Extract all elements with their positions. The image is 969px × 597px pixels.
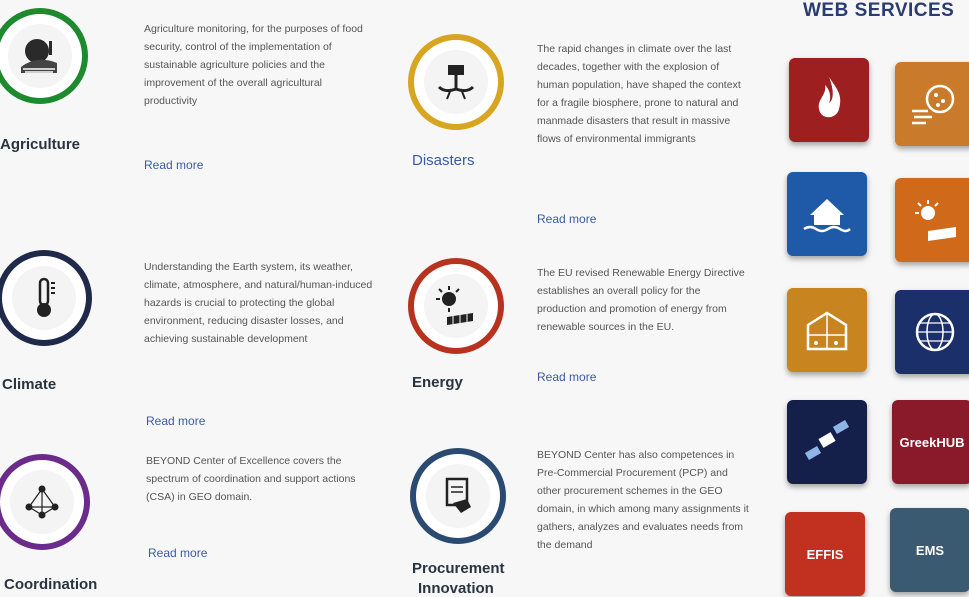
solar-panel-icon <box>915 200 956 241</box>
agriculture-icon[interactable] <box>0 8 88 104</box>
coordination-icon[interactable] <box>0 454 90 550</box>
ems-icon: EMS <box>915 542 945 558</box>
energy-description: The EU revised Renewable Energy Directiv… <box>537 267 745 333</box>
coordination-read-more-link[interactable]: Read more <box>148 546 207 560</box>
flood-house-icon <box>803 199 851 233</box>
climate-description: Understanding the Earth system, its weat… <box>144 261 373 345</box>
agriculture-description: Agriculture monitoring, for the purposes… <box>144 23 363 107</box>
procurement-description: BEYOND Center has also competences in Pr… <box>537 449 749 551</box>
disasters-title: Disasters <box>412 152 475 169</box>
coordination-description: BEYOND Center of Excellence covers the s… <box>146 455 356 503</box>
disasters-read-more-link[interactable]: Read more <box>537 212 596 226</box>
coordination-title: Coordination <box>4 576 98 593</box>
energy-icon[interactable] <box>408 258 504 354</box>
satellite-icon <box>804 420 850 460</box>
agriculture-title: Agriculture <box>0 136 81 153</box>
disasters-glyph <box>437 65 475 100</box>
globe-thermometer-service-tile[interactable] <box>895 290 969 374</box>
greenhouse-icon <box>806 311 848 351</box>
globe-thermometer-icon <box>915 312 955 352</box>
document-hand-glyph <box>445 477 471 513</box>
greekhub-icon: GreekHUB <box>899 434 965 450</box>
ems-service-tile[interactable]: EMS <box>890 508 969 592</box>
agriculture-glyph <box>21 39 57 73</box>
energy-read-more-link[interactable]: Read more <box>537 370 596 384</box>
dust-wind-service-tile[interactable] <box>895 62 969 146</box>
dust-wind-icon <box>912 84 955 125</box>
satellite-service-tile[interactable] <box>787 400 867 484</box>
fire-service-tile[interactable] <box>789 58 869 142</box>
greenhouse-service-tile[interactable] <box>787 288 867 372</box>
web-services-title: WEB SERVICES <box>803 0 955 21</box>
disasters-icon[interactable] <box>408 34 504 130</box>
network-glyph <box>25 485 59 519</box>
energy-title: Energy <box>412 374 463 391</box>
procurement-icon[interactable] <box>410 448 506 544</box>
fire-icon <box>818 77 841 118</box>
climate-icon[interactable] <box>0 250 92 346</box>
greekhub-service-tile[interactable]: GreekHUB <box>892 400 969 484</box>
disasters-description: The rapid changes in climate over the la… <box>537 43 741 145</box>
flood-service-tile[interactable] <box>787 172 867 256</box>
solar-glyph <box>436 286 473 325</box>
solar-service-tile[interactable] <box>895 178 969 262</box>
thermometer-glyph <box>37 277 55 317</box>
climate-title: Climate <box>2 376 57 393</box>
effis-icon: EFFIS <box>806 546 844 562</box>
climate-read-more-link[interactable]: Read more <box>146 414 205 428</box>
agriculture-read-more-link[interactable]: Read more <box>144 158 203 172</box>
procurement-title-line2: Innovation <box>418 580 494 597</box>
effis-service-tile[interactable]: EFFIS <box>785 512 865 596</box>
procurement-title: Procurement <box>412 560 505 577</box>
